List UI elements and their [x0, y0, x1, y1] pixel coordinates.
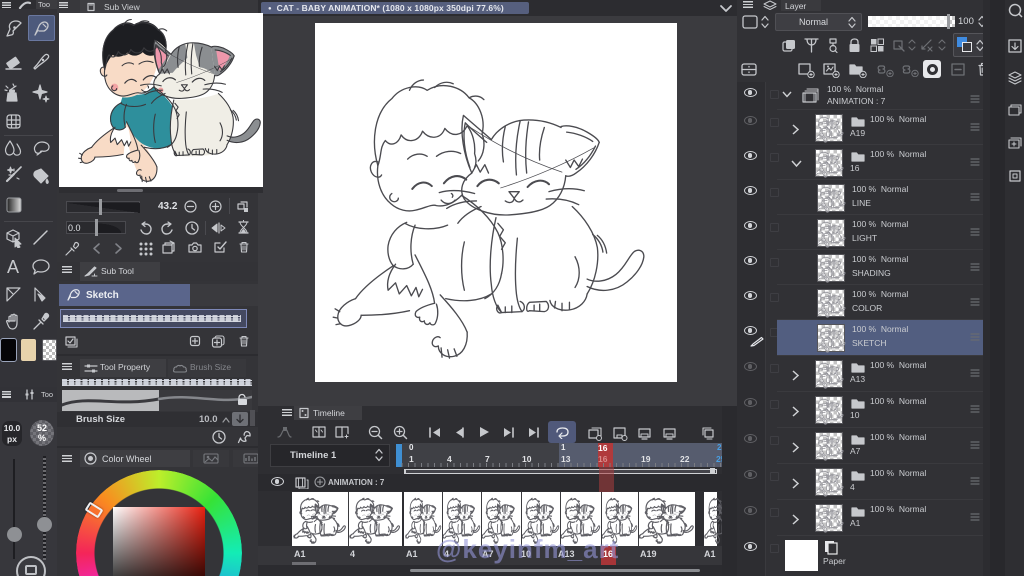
svg-text:A: A	[7, 257, 19, 277]
